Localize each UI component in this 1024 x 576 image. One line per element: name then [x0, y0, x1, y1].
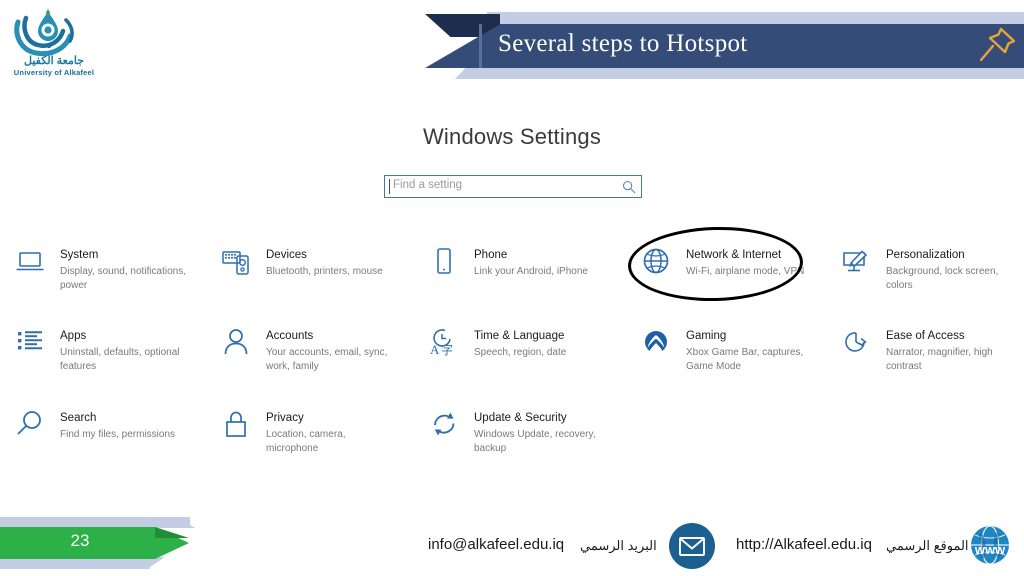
logo-arabic-name: جامعة الكفيل — [23, 55, 84, 67]
footer-email-label-arabic: البريد الرسمي — [580, 538, 657, 553]
settings-item-desc: Bluetooth, printers, mouse — [266, 266, 383, 277]
settings-item-desc: Xbox Game Bar, captures, Game Mode — [686, 347, 804, 372]
settings-item-title: Devices — [266, 249, 307, 261]
settings-item-desc: Uninstall, defaults, optional features — [60, 347, 180, 372]
settings-item-title: Apps — [60, 330, 87, 342]
search-placeholder: Find a setting — [393, 179, 463, 191]
accessibility-icon — [845, 332, 867, 352]
magnifier-icon — [17, 411, 41, 435]
settings-item-title: System — [60, 249, 99, 261]
search-caret — [389, 179, 390, 194]
footer-email: info@alkafeel.edu.iq — [428, 536, 565, 553]
settings-item-title: Accounts — [266, 330, 314, 342]
settings-item-title: Privacy — [266, 412, 304, 424]
settings-item-title: Time & Language — [474, 330, 565, 342]
clock-lang-icon: A 字 — [430, 329, 453, 357]
person-icon — [224, 329, 248, 355]
settings-item-desc: Display, sound, notifications, power — [60, 266, 186, 291]
footer-website: http://Alkafeel.edu.iq — [736, 536, 872, 553]
settings-item-title: Ease of Access — [886, 330, 965, 342]
settings-item-desc: Find my files, permissions — [60, 429, 176, 440]
header-banner: Several steps to Hotspot — [0, 0, 1024, 90]
settings-item-desc: Link your Android, iPhone — [474, 266, 588, 277]
page-number: 23 — [70, 531, 90, 550]
laptop-icon — [16, 252, 44, 271]
page-number-banner-fold — [155, 527, 189, 538]
www-globe-icon: www — [971, 525, 1009, 565]
page-title: Windows Settings — [422, 124, 602, 149]
logo-mark — [14, 9, 74, 57]
highlight-annotation-ellipse — [627, 224, 804, 304]
phone-icon — [437, 248, 451, 274]
lock-icon — [226, 411, 246, 437]
settings-item-title: Phone — [474, 249, 508, 261]
settings-item-title: Update & Security — [474, 412, 567, 424]
settings-item-desc: Speech, region, date — [474, 347, 567, 358]
svg-text:www: www — [974, 542, 1006, 557]
xbox-icon — [645, 331, 667, 354]
svg-text:A: A — [430, 342, 440, 357]
settings-item-desc: Location, camera, microphone — [266, 429, 346, 454]
settings-item-title: Personalization — [886, 249, 965, 261]
settings-item-desc: Windows Update, recovery, backup — [474, 429, 596, 454]
logo-english-name: University of Alkafeel — [13, 68, 95, 77]
devices-icon — [222, 251, 249, 275]
brush-icon — [843, 250, 868, 272]
footer-website-label-arabic: الموقع الرسمي — [886, 538, 969, 553]
university-logo: جامعة الكفيل University of Alkafeel — [8, 8, 94, 80]
refresh-icon — [434, 412, 455, 436]
settings-item-desc: Background, lock screen, colors — [886, 266, 999, 291]
svg-text:字: 字 — [441, 342, 453, 357]
search-icon[interactable] — [622, 180, 636, 194]
settings-item-desc: Narrator, magnifier, high contrast — [886, 347, 993, 372]
envelope-icon — [669, 523, 715, 569]
banner-ribbon-edge — [479, 24, 482, 68]
settings-item-desc: Your accounts, email, sync, work, family — [266, 347, 388, 372]
pushpin-icon — [979, 27, 1016, 62]
settings-item-title: Gaming — [686, 330, 727, 342]
list-icon — [18, 331, 42, 350]
slide-title: Several steps to Hotspot — [498, 30, 748, 57]
settings-item-title: Search — [60, 412, 97, 424]
